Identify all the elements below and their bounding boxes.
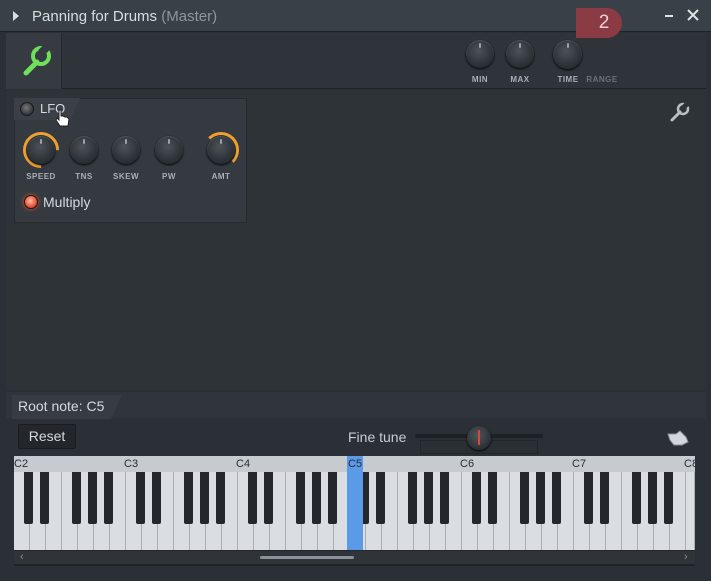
octave-label-c8: C8 (684, 458, 699, 470)
black-key[interactable] (216, 472, 225, 524)
multiply-led[interactable] (24, 195, 38, 209)
multiply-label[interactable]: Multiply (43, 194, 90, 210)
black-key[interactable] (40, 472, 49, 524)
scroll-right-icon[interactable]: › (684, 551, 688, 563)
skew-knob-label: SKEW (113, 172, 139, 181)
root-note-label: Root note: C5 (18, 398, 105, 414)
black-key[interactable] (248, 472, 257, 524)
black-key[interactable] (88, 472, 97, 524)
black-key[interactable] (440, 472, 449, 524)
close-icon[interactable] (684, 6, 702, 24)
black-key[interactable] (408, 472, 417, 524)
black-key[interactable] (376, 472, 385, 524)
scrollbar-thumb[interactable] (260, 556, 354, 559)
black-key[interactable] (312, 472, 321, 524)
amt-knob[interactable] (207, 136, 235, 164)
window-title-main: Panning for Drums (32, 8, 158, 25)
window-title-sub: (Master) (161, 8, 218, 25)
black-key[interactable] (552, 472, 561, 524)
wrench-button[interactable] (6, 33, 62, 89)
selected-root-key[interactable] (347, 456, 363, 550)
minimize-icon[interactable] (660, 6, 678, 24)
black-key[interactable] (632, 472, 641, 524)
black-key[interactable] (72, 472, 81, 524)
black-key[interactable] (424, 472, 433, 524)
black-key[interactable] (520, 472, 529, 524)
black-key[interactable] (200, 472, 209, 524)
black-key[interactable] (600, 472, 609, 524)
lfo-enable-led[interactable] (20, 102, 34, 116)
time-knob[interactable] (553, 40, 582, 69)
black-key[interactable] (488, 472, 497, 524)
octave-label-c6: C6 (460, 458, 475, 470)
black-key[interactable] (472, 472, 481, 524)
window-bottom (0, 566, 711, 581)
skew-knob[interactable] (112, 136, 140, 164)
black-key[interactable] (184, 472, 193, 524)
scroll-left-icon[interactable]: ‹ (20, 551, 24, 563)
black-key[interactable] (664, 472, 673, 524)
speed-knob[interactable] (27, 136, 55, 164)
fine-tune-label: Fine tune (348, 429, 407, 445)
tns-knob[interactable] (70, 136, 98, 164)
wrench-icon[interactable] (668, 100, 692, 124)
octave-label-c2: C2 (14, 458, 29, 470)
min-knob-label: MIN (471, 75, 489, 84)
range-label: RANGE (586, 75, 618, 84)
range-value: 2 (598, 12, 610, 33)
pw-knob[interactable] (155, 136, 183, 164)
black-key[interactable] (536, 472, 545, 524)
black-key[interactable] (328, 472, 337, 524)
expand-arrow-icon[interactable] (13, 11, 19, 21)
black-key[interactable] (296, 472, 305, 524)
black-key[interactable] (136, 472, 145, 524)
octave-label-c5: C5 (348, 458, 363, 470)
octave-label-c3: C3 (124, 458, 139, 470)
black-key[interactable] (648, 472, 657, 524)
fine-tune-knob[interactable] (467, 426, 491, 450)
octave-label-c4: C4 (236, 458, 251, 470)
reset-button[interactable]: Reset (18, 424, 76, 449)
octave-label-c7: C7 (572, 458, 587, 470)
keyboard-scrollbar[interactable] (14, 550, 695, 564)
black-key[interactable] (584, 472, 593, 524)
black-key[interactable] (24, 472, 33, 524)
black-key[interactable] (264, 472, 273, 524)
white-key[interactable] (686, 472, 695, 550)
window-title: Panning for Drums (Master) (32, 8, 217, 25)
amt-knob-label: AMT (211, 172, 231, 181)
tns-knob-label: TNS (75, 172, 93, 181)
max-knob-label: MAX (510, 75, 530, 84)
hand-cursor-icon (54, 108, 72, 130)
min-knob[interactable] (466, 40, 494, 68)
wrench-icon (23, 44, 51, 76)
black-key[interactable] (152, 472, 161, 524)
hand-icon[interactable] (666, 428, 690, 448)
speed-knob-label: SPEED (26, 172, 56, 181)
black-key[interactable] (104, 472, 113, 524)
pw-knob-label: PW (162, 172, 176, 181)
max-knob[interactable] (506, 40, 534, 68)
